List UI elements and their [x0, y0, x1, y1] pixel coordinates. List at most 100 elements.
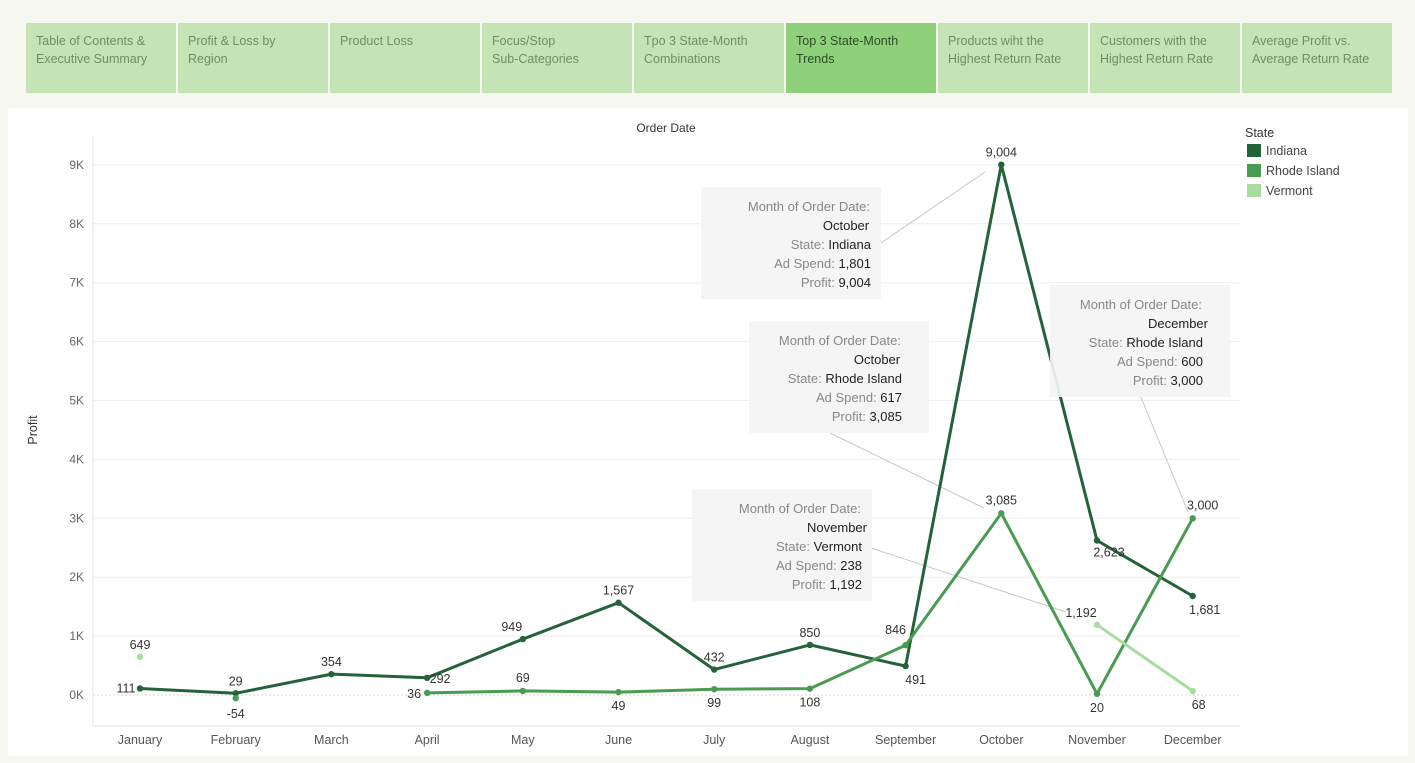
data-point	[902, 641, 909, 649]
tooltip-key: Profit:	[792, 577, 830, 592]
tooltip-box: Month of Order Date: October State: Rhode …	[749, 321, 929, 433]
data-label: 68	[1192, 698, 1206, 712]
data-point	[136, 653, 144, 660]
x-tick-label: March	[314, 733, 349, 747]
tooltip-value: October	[854, 352, 901, 367]
x-tick-label: November	[1068, 733, 1126, 747]
series-line-indiana	[139, 163, 1194, 695]
tooltip-value: Rhode Island	[1126, 335, 1203, 350]
tooltip-value: 1,192	[829, 577, 862, 592]
data-point	[519, 635, 526, 643]
tooltip-box: Month of Order Date: November State: Vermo…	[692, 489, 872, 601]
y-tick-label: 0K	[69, 688, 84, 702]
data-label: 432	[704, 651, 725, 665]
data-label: -54	[227, 707, 245, 721]
data-point	[998, 510, 1005, 517]
x-tick-label: July	[703, 733, 726, 747]
y-tick-label: 5K	[69, 394, 84, 408]
tooltip-value: 617	[880, 390, 902, 405]
data-label: 9,004	[986, 146, 1017, 160]
data-label: 491	[905, 673, 926, 687]
data-label: 3,000	[1187, 498, 1218, 512]
x-tick-label: June	[605, 733, 632, 747]
legend-label: Indiana	[1266, 144, 1307, 158]
x-tick-label: December	[1164, 733, 1222, 747]
tooltip-key: Profit:	[832, 409, 870, 424]
x-tick-label: January	[118, 733, 163, 747]
y-tick-label: 2K	[69, 570, 84, 584]
data-point	[1093, 537, 1101, 544]
x-tick-label: April	[415, 733, 440, 747]
data-point	[615, 599, 622, 606]
x-tick-label: October	[979, 733, 1023, 747]
data-point	[1189, 687, 1196, 695]
data-point	[1189, 515, 1196, 522]
profit-line-chart[interactable]: 0K 1K 2K 3K 4K 5K 6K 7K 8K 9K January February March…	[0, 0, 1415, 763]
tooltip-key: Month of Order Date:	[779, 333, 901, 348]
data-label: 29	[229, 674, 243, 688]
tooltip-value: December	[1148, 316, 1209, 331]
data-label: 3,085	[986, 493, 1017, 507]
tooltip-value: 9,004	[838, 275, 871, 290]
tooltip-box: Month of Order Date: December State: Rhode…	[1050, 285, 1230, 397]
tooltip-key: Ad Spend:	[776, 558, 840, 573]
tooltip-box: Month of Order Date: October State: Indian…	[701, 187, 881, 299]
data-point	[1189, 592, 1196, 600]
tooltip-value: 238	[840, 558, 862, 573]
tooltip-key: Profit:	[1133, 373, 1171, 388]
data-label: 108	[799, 696, 820, 710]
data-label: 20	[1090, 701, 1104, 715]
tooltip-row: State: Rhode Island	[1089, 335, 1203, 350]
tooltip-key: Profit:	[801, 275, 839, 290]
tooltip-value: 600	[1181, 354, 1203, 369]
legend-swatch	[1247, 144, 1261, 157]
data-point	[1093, 690, 1101, 698]
data-label: 949	[501, 620, 522, 634]
data-point	[328, 670, 335, 678]
legend-swatch	[1247, 184, 1261, 197]
y-tick-label: 6K	[69, 335, 84, 349]
data-point	[806, 641, 814, 649]
data-point	[1093, 621, 1101, 628]
legend-item: Indiana	[1247, 144, 1307, 158]
legend-swatch	[1247, 164, 1261, 177]
legend-label: Vermont	[1266, 184, 1313, 198]
y-axis-title: Profit	[26, 415, 40, 445]
data-point	[615, 688, 622, 696]
x-tick-label: February	[211, 733, 262, 747]
tooltip-value: 3,085	[869, 409, 902, 424]
tooltip-value: 1,801	[838, 256, 871, 271]
tooltip-key: Ad Spend:	[774, 256, 838, 271]
legend-item: Rhode Island	[1247, 164, 1340, 178]
data-point	[711, 685, 718, 693]
tooltip-row: State: Rhode Island	[788, 371, 902, 386]
tooltip-key: Month of Order Date:	[739, 501, 861, 516]
tooltip-key: State:	[1089, 335, 1127, 350]
y-tick-label: 8K	[69, 217, 84, 231]
series-line-vermont	[1096, 623, 1194, 693]
data-point	[136, 685, 144, 692]
data-label: 49	[612, 699, 626, 713]
tooltip-leader-line	[880, 171, 986, 244]
tooltip-key: State:	[776, 539, 814, 554]
data-point	[902, 662, 909, 670]
x-tick-label: May	[511, 733, 535, 747]
data-label: 1,567	[603, 584, 634, 598]
tooltip-row: Ad Spend: 617	[816, 390, 902, 405]
tooltip-value: 3,000	[1170, 373, 1203, 388]
tooltip-value: November	[807, 520, 868, 535]
x-tick-label: September	[875, 733, 936, 747]
tooltip-row: Ad Spend: 238	[776, 558, 862, 573]
data-point	[519, 687, 526, 695]
data-label: 1,192	[1065, 606, 1096, 620]
legend-label: Rhode Island	[1266, 164, 1340, 178]
data-point	[998, 161, 1005, 168]
tooltip-row: Profit: 9,004	[801, 275, 871, 290]
tooltip-key: Ad Spend:	[816, 390, 880, 405]
tooltip-key: State:	[791, 237, 829, 252]
tooltip-row: Profit: 1,192	[792, 577, 862, 592]
legend-title: State	[1245, 126, 1274, 140]
tooltip-value: October	[823, 218, 870, 233]
tooltip-key: Ad Spend:	[1117, 354, 1181, 369]
y-tick-label: 7K	[69, 276, 84, 290]
